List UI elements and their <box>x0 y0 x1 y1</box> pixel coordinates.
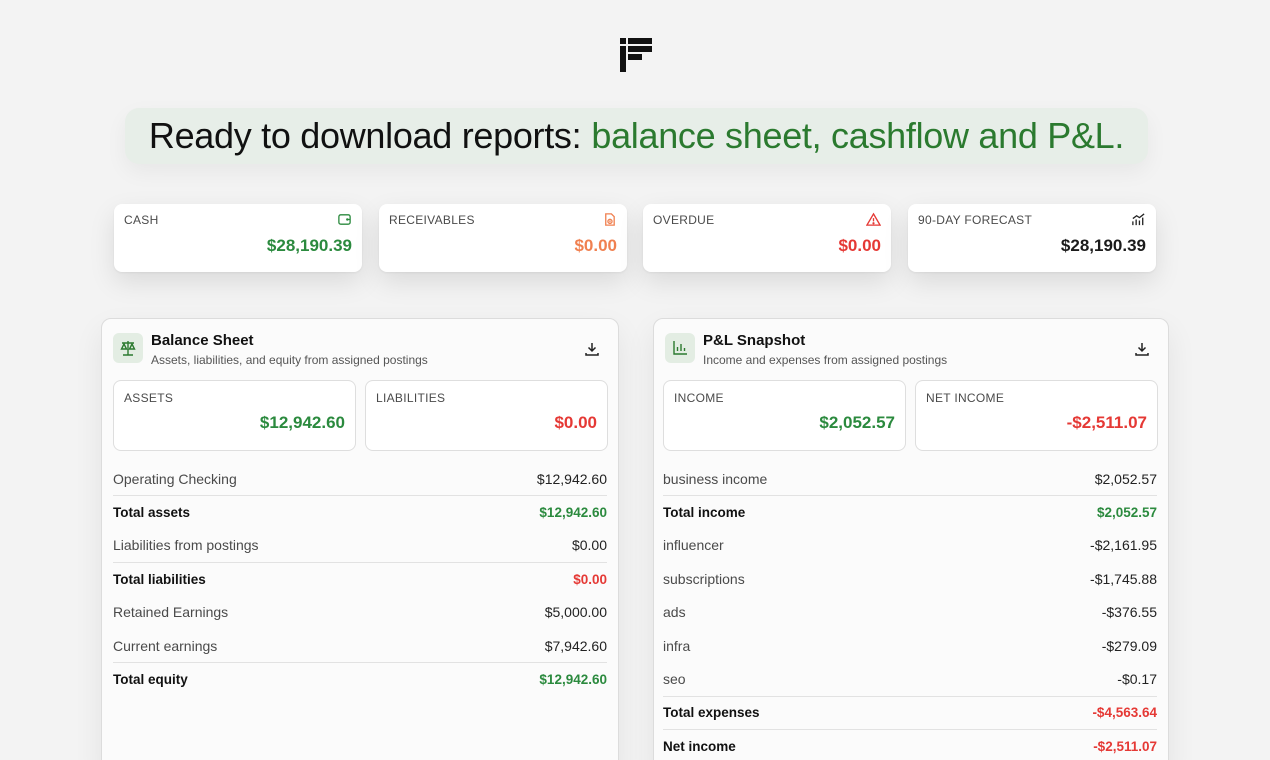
summary-value: $0.00 <box>554 413 597 432</box>
headline-text: Ready to download reports: <box>148 115 582 156</box>
row-value: $12,942.60 <box>539 672 607 688</box>
summary-value: -$2,511.07 <box>1066 413 1147 432</box>
assets-summary-card: ASSETS $12,942.60 <box>113 380 356 451</box>
row-label: Operating Checking <box>113 470 237 487</box>
summary-label: INCOME <box>674 391 724 405</box>
wallet-icon <box>338 214 351 225</box>
net-income-summary-card: NET INCOME -$2,511.07 <box>915 380 1158 451</box>
row-value: $12,942.60 <box>539 505 607 521</box>
bar-chart-icon <box>665 333 695 363</box>
brand-logo <box>620 38 652 72</box>
row-value: -$0.17 <box>1117 671 1157 688</box>
row-label: Total income <box>663 505 746 521</box>
headline-highlight: balance sheet, cashflow and P&L. <box>591 115 1125 156</box>
kpi-label: OVERDUE <box>653 213 715 227</box>
summary-value: $2,052.57 <box>819 413 895 432</box>
kpi-label: 90-DAY FORECAST <box>918 213 1033 227</box>
total-row: Total assets $12,942.60 <box>113 495 607 528</box>
row-label: Liabilities from postings <box>113 537 259 554</box>
kpi-value: $28,190.39 <box>266 236 352 255</box>
kpi-value: $0.00 <box>838 236 881 255</box>
row-label: Retained Earnings <box>113 604 229 621</box>
row-label: subscriptions <box>663 570 745 587</box>
panel-title: P&L Snapshot <box>703 332 806 349</box>
kpi-label: CASH <box>124 213 159 227</box>
row-label: Net income <box>663 738 736 754</box>
pnl-panel: P&L Snapshot Income and expenses from as… <box>653 318 1169 760</box>
headline-banner: Ready to download reports: balance sheet… <box>125 108 1148 164</box>
panel-title: Balance Sheet <box>151 332 254 349</box>
receivables-icon <box>605 213 615 226</box>
line-item-row: ads -$376.55 <box>663 596 1157 629</box>
panel-subtitle: Income and expenses from assigned postin… <box>703 353 948 367</box>
kpi-card-receivables: RECEIVABLES $0.00 <box>379 204 627 272</box>
liabilities-summary-card: LIABILITIES $0.00 <box>365 380 608 451</box>
summary-label: LIABILITIES <box>376 391 446 405</box>
line-item-row: business income $2,052.57 <box>663 462 1157 495</box>
row-value: $0.00 <box>573 571 607 587</box>
total-row: Total income $2,052.57 <box>663 495 1157 528</box>
kpi-card-cash: CASH $28,190.39 <box>114 204 362 272</box>
row-value: $12,942.60 <box>536 470 607 487</box>
trend-chart-icon <box>1132 213 1145 226</box>
row-value: -$376.55 <box>1101 604 1157 621</box>
pnl-rows: business income $2,052.57 Total income $2,0… <box>663 462 1157 760</box>
line-item-row: Liabilities from postings $0.00 <box>113 529 607 562</box>
summary-label: NET INCOME <box>926 391 1005 405</box>
row-label: seo <box>663 671 686 688</box>
row-value: -$2,511.07 <box>1093 738 1157 754</box>
row-label: business income <box>663 470 768 487</box>
alert-triangle-icon <box>866 212 881 226</box>
line-item-row: subscriptions -$1,745.88 <box>663 562 1157 595</box>
download-icon[interactable] <box>1134 341 1150 357</box>
total-row: Net income -$2,511.07 <box>663 729 1157 760</box>
line-item-row: influencer -$2,161.95 <box>663 529 1157 562</box>
kpi-value: $0.00 <box>574 236 617 255</box>
total-row: Total equity $12,942.60 <box>113 662 607 695</box>
income-summary-card: INCOME $2,052.57 <box>663 380 906 451</box>
kpi-label: RECEIVABLES <box>389 213 475 227</box>
line-item-row: seo -$0.17 <box>663 662 1157 695</box>
panel-subtitle: Assets, liabilities, and equity from ass… <box>151 353 428 367</box>
row-value: $2,052.57 <box>1096 505 1157 521</box>
row-label: Total expenses <box>663 705 760 721</box>
row-label: Total assets <box>113 505 191 521</box>
row-value: $7,942.60 <box>544 637 607 654</box>
total-row: Total expenses -$4,563.64 <box>663 695 1157 729</box>
kpi-value: $28,190.39 <box>1060 236 1146 255</box>
row-value: -$1,745.88 <box>1090 570 1157 587</box>
row-label: Current earnings <box>113 637 218 654</box>
row-label: Total liabilities <box>113 571 206 587</box>
balance-sheet-rows: Operating Checking $12,942.60 Total assets… <box>113 462 607 696</box>
balance-sheet-panel: Balance Sheet Assets, liabilities, and e… <box>101 318 619 760</box>
line-item-row: Current earnings $7,942.60 <box>113 629 607 662</box>
line-item-row: Operating Checking $12,942.60 <box>113 462 607 495</box>
row-value: -$279.09 <box>1101 637 1157 654</box>
row-label: influencer <box>663 537 724 554</box>
kpi-card-forecast: 90-DAY FORECAST $28,190.39 <box>908 204 1156 272</box>
row-value: $2,052.57 <box>1094 470 1157 487</box>
scale-icon <box>113 333 143 363</box>
summary-value: $12,942.60 <box>259 413 345 432</box>
line-item-row: infra -$279.09 <box>663 629 1157 662</box>
row-value: -$4,563.64 <box>1092 705 1157 721</box>
row-label: infra <box>663 637 691 654</box>
row-value: -$2,161.95 <box>1090 537 1157 554</box>
total-row: Total liabilities $0.00 <box>113 562 607 595</box>
row-value: $5,000.00 <box>544 604 607 621</box>
download-icon[interactable] <box>584 341 600 357</box>
row-label: ads <box>663 604 686 621</box>
kpi-card-overdue: OVERDUE $0.00 <box>643 204 891 272</box>
row-value: $0.00 <box>571 537 607 554</box>
line-item-row: Retained Earnings $5,000.00 <box>113 596 607 629</box>
summary-label: ASSETS <box>124 391 174 405</box>
row-label: Total equity <box>113 672 188 688</box>
